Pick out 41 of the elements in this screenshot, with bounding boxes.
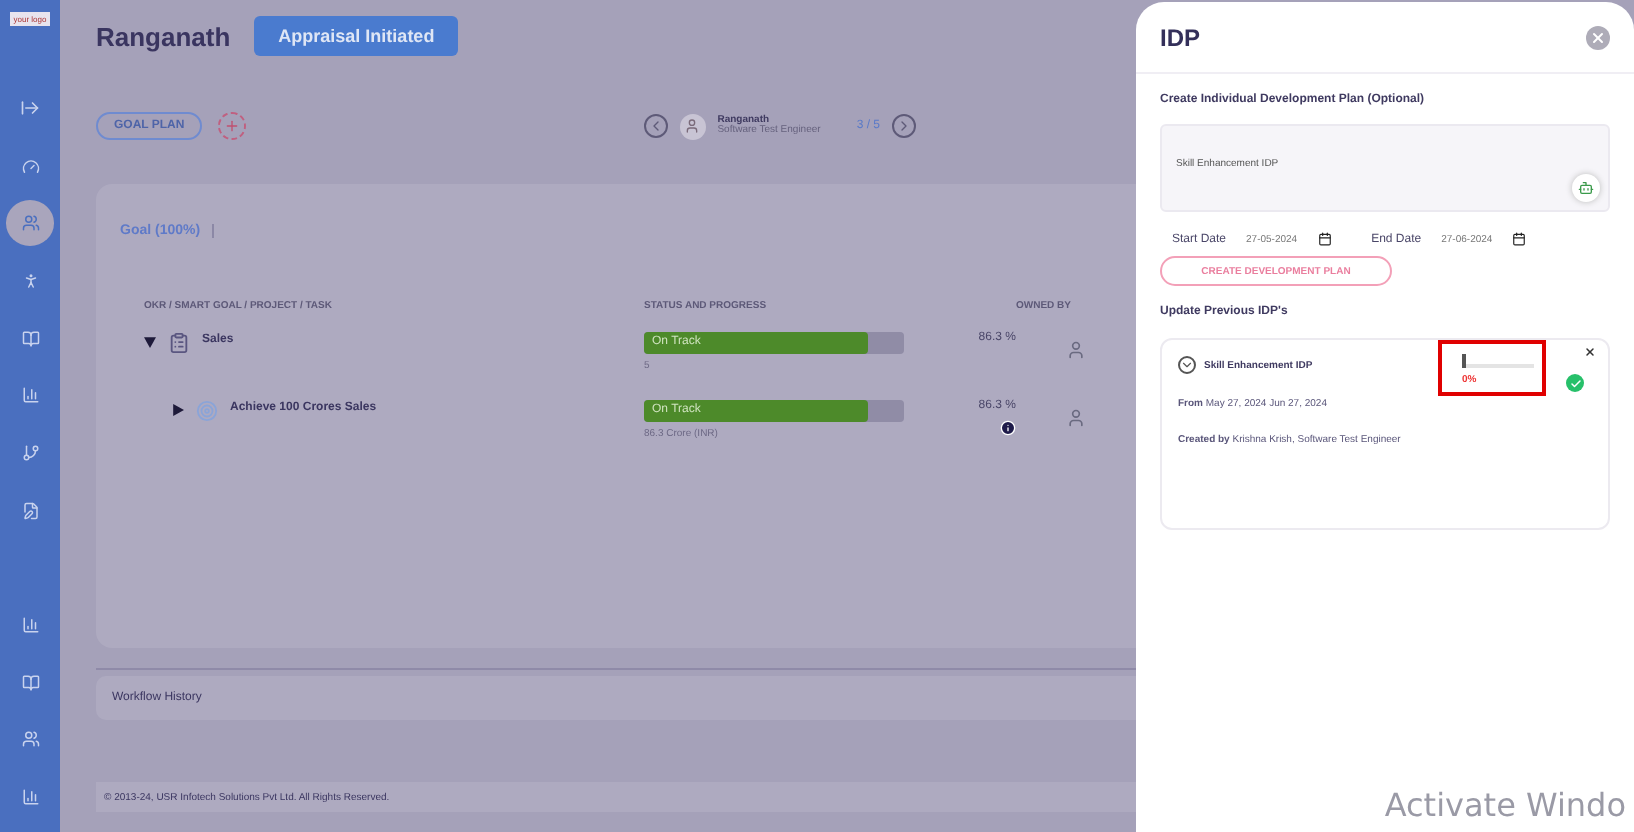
close-button[interactable] xyxy=(1586,25,1610,49)
branch-icon xyxy=(21,444,39,463)
owner-avatar-icon xyxy=(1066,408,1086,428)
add-button[interactable] xyxy=(218,112,247,140)
caret-icon xyxy=(144,336,156,348)
caret-icon xyxy=(172,404,184,416)
chevron-right-icon xyxy=(896,118,912,134)
chart-icon xyxy=(21,616,39,634)
close-icon xyxy=(1584,346,1596,358)
activation-notice: Activate Windo xyxy=(1384,786,1626,824)
book-icon xyxy=(21,329,39,348)
book-icon xyxy=(21,673,39,692)
remove-button[interactable] xyxy=(1584,346,1596,358)
plus-icon xyxy=(224,118,241,134)
expand-toggle[interactable] xyxy=(172,404,184,420)
previous-button[interactable] xyxy=(643,114,668,138)
calendar-icon[interactable] xyxy=(1512,232,1527,246)
calendar-icon[interactable] xyxy=(1317,232,1332,246)
avatar xyxy=(679,113,706,139)
chevron-down-icon xyxy=(1180,358,1194,372)
person-icon xyxy=(21,272,39,291)
status-badge: Appraisal Initiated xyxy=(254,16,459,56)
expand-button[interactable] xyxy=(1178,356,1196,374)
chart-icon xyxy=(21,788,39,807)
team-icon xyxy=(21,730,39,749)
employee-name: Ranganath xyxy=(96,21,231,51)
panel-title: IDP xyxy=(1160,23,1201,51)
close-icon xyxy=(1590,29,1606,45)
next-button[interactable] xyxy=(892,114,916,138)
collapse-icon xyxy=(20,98,40,119)
gauge-icon xyxy=(21,157,39,176)
note-icon xyxy=(21,501,39,520)
owner-avatar-icon xyxy=(1066,340,1086,360)
team-icon xyxy=(21,214,39,233)
info-icon[interactable] xyxy=(1000,420,1016,436)
sidebar-item[interactable] xyxy=(6,200,54,247)
target-icon xyxy=(196,400,218,422)
expand-toggle[interactable] xyxy=(144,336,156,352)
clipboard-icon xyxy=(168,332,190,354)
chart-icon xyxy=(21,386,39,405)
bot-icon[interactable] xyxy=(1572,174,1600,202)
